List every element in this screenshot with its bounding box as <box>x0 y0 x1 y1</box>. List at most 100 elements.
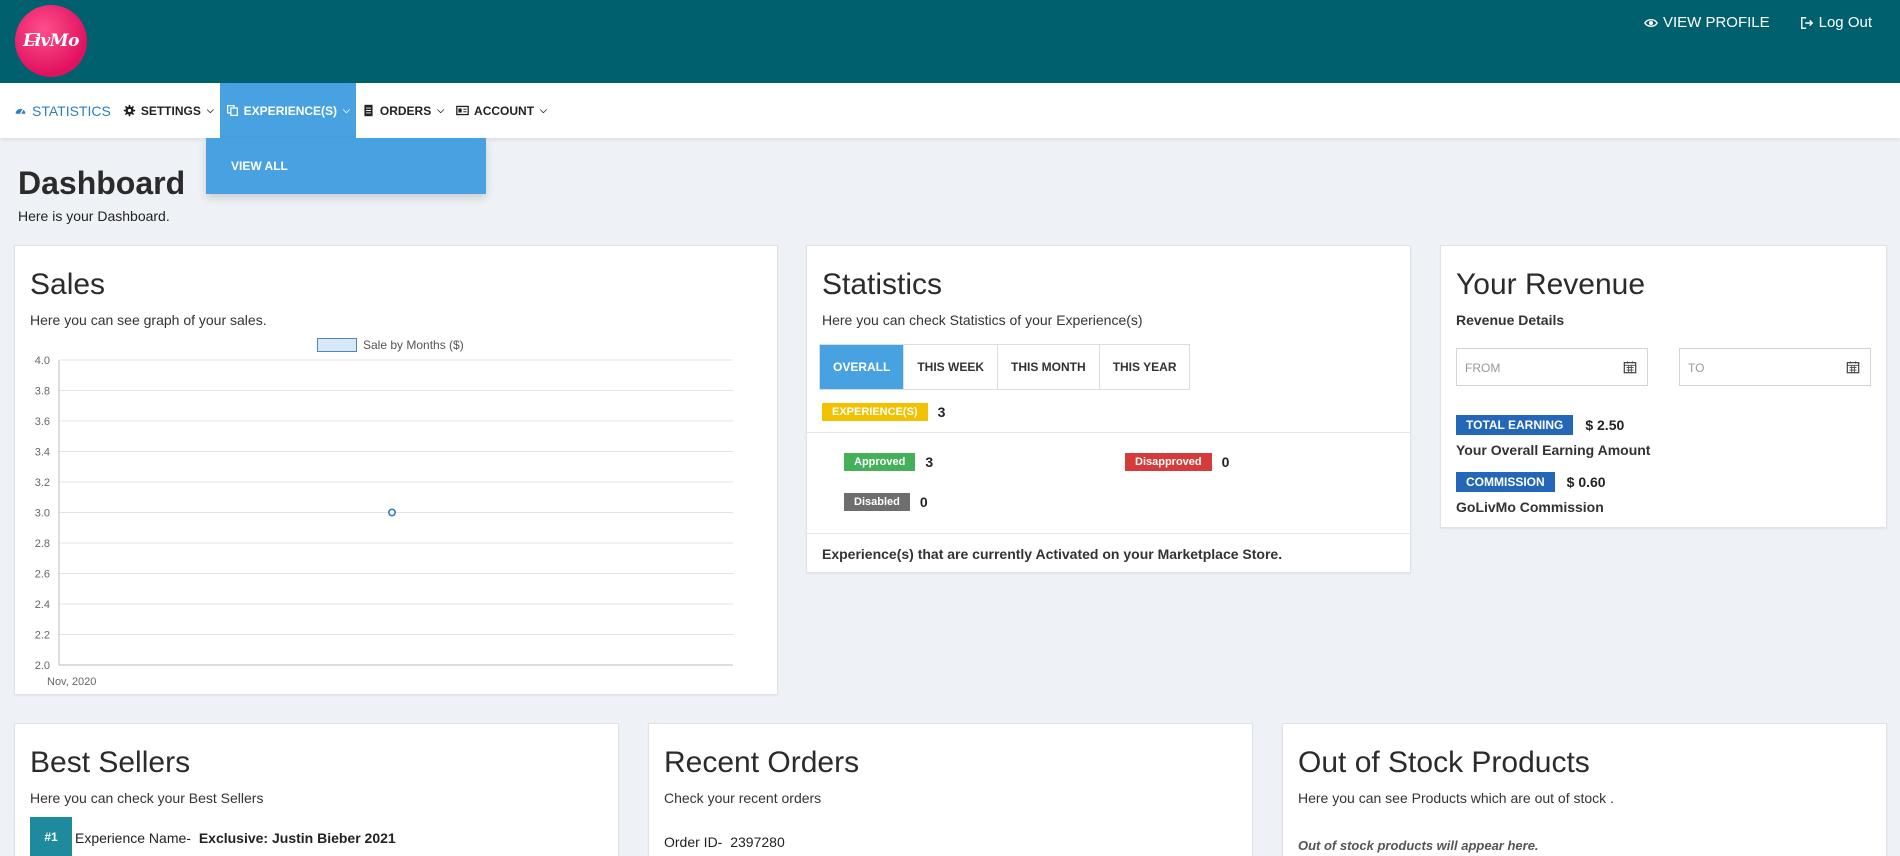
statistics-tabs: OVERALL THIS WEEK THIS MONTH THIS YEAR <box>819 344 1191 390</box>
top-header: LivMo VIEW PROFILE Log Out <box>0 0 1900 83</box>
to-placeholder: TO <box>1688 361 1705 375</box>
nav-orders[interactable]: ORDERS ⌵ <box>356 83 450 138</box>
document-icon <box>364 104 373 117</box>
data-point <box>387 508 396 517</box>
commission-desc: GoLivMo Commission <box>1456 499 1604 515</box>
experience-name-label: Experience Name- <box>75 830 191 846</box>
total-earning-value: $ 2.50 <box>1585 417 1625 433</box>
sign-out-icon <box>1800 16 1813 29</box>
recent-orders-card: Recent Orders Check your recent orders O… <box>648 723 1253 856</box>
logo[interactable]: LivMo <box>15 5 87 77</box>
total-earning-badge: TOTAL EARNING <box>1456 415 1574 435</box>
best-sellers-title: Best Sellers <box>30 746 191 779</box>
copy-icon <box>226 105 238 116</box>
nav-settings-label: SETTINGS <box>140 103 201 118</box>
total-earning-row: TOTAL EARNING $ 2.50 <box>1456 415 1624 435</box>
sales-title: Sales <box>30 268 106 301</box>
disabled-row: Disabled 0 <box>844 493 928 511</box>
divider <box>807 432 1410 433</box>
y-tick-label: 3.6 <box>35 416 50 428</box>
experiences-badge: EXPERIENCE(S) <box>822 403 928 421</box>
tab-this-month[interactable]: THIS MONTH <box>998 345 1100 389</box>
approved-badge: Approved <box>844 453 916 471</box>
chevron-down-icon: ⌵ <box>437 105 445 115</box>
statistics-footer: Experience(s) that are currently Activat… <box>822 546 1283 562</box>
from-placeholder: FROM <box>1465 361 1501 375</box>
y-tick-label: 4.0 <box>35 355 50 367</box>
y-tick-label: 2.6 <box>35 569 50 581</box>
chevron-down-icon: ⌵ <box>540 105 547 115</box>
out-of-stock-empty: Out of stock products will appear here. <box>1298 838 1539 853</box>
disapproved-badge: Disapproved <box>1125 453 1212 471</box>
y-tick-label: 2.0 <box>35 660 50 672</box>
total-earning-desc: Your Overall Earning Amount <box>1456 442 1651 458</box>
gear-icon <box>123 104 136 117</box>
y-tick-label: 2.2 <box>35 630 50 642</box>
calendar-icon <box>1623 361 1637 374</box>
rank-badge: #1 <box>30 817 72 856</box>
commission-badge: COMMISSION <box>1456 472 1555 492</box>
chat-bubble-icon <box>27 33 40 42</box>
nav-statistics-label: STATISTICS <box>32 102 111 119</box>
view-profile-label: VIEW PROFILE <box>1662 14 1770 31</box>
y-tick-label: 3.0 <box>35 508 50 520</box>
best-seller-item[interactable]: Experience Name- Exclusive: Justin Biebe… <box>75 830 396 846</box>
tab-this-year[interactable]: THIS YEAR <box>1100 345 1190 389</box>
statistics-card: Statistics Here you can check Statistics… <box>806 245 1411 573</box>
page-subtitle: Here is your Dashboard. <box>18 208 170 224</box>
logout-label: Log Out <box>1818 14 1872 31</box>
sales-chart: 4.0 3.8 3.6 3.4 3.2 3.0 2.8 2.6 2.4 2.2 2.0 Nov, 20… <box>35 355 733 688</box>
to-date-input[interactable]: TO <box>1679 348 1871 386</box>
nav-account-label: ACCOUNT <box>474 103 535 118</box>
nav-account[interactable]: ACCOUNT ⌵ <box>450 83 553 138</box>
y-tick-label: 3.4 <box>35 447 50 459</box>
view-profile-link[interactable]: VIEW PROFILE <box>1643 14 1770 31</box>
experiences-dropdown: VIEW ALL <box>206 138 486 194</box>
chevron-down-icon: ⌵ <box>343 105 350 115</box>
dashboard-icon <box>15 108 26 115</box>
revenue-title: Your Revenue <box>1456 268 1646 301</box>
tab-this-week[interactable]: THIS WEEK <box>904 345 999 389</box>
nav-experiences-label: EXPERIENCE(S) <box>243 103 338 118</box>
nav-orders-label: ORDERS <box>379 103 432 118</box>
statistics-subtitle: Here you can check Statistics of your Ex… <box>822 312 1143 328</box>
statistics-title: Statistics <box>822 268 943 301</box>
x-tick-label: Nov, 2020 <box>47 676 96 688</box>
logout-link[interactable]: Log Out <box>1800 14 1872 31</box>
divider <box>807 533 1410 534</box>
experiences-count: 3 <box>937 404 946 420</box>
commission-value: $ 0.60 <box>1566 474 1606 490</box>
y-tick-label: 3.8 <box>35 386 50 398</box>
best-sellers-subtitle: Here you can check your Best Sellers <box>30 790 264 806</box>
nav-experiences[interactable]: EXPERIENCE(S) ⌵ <box>219 83 356 138</box>
revenue-card: Your Revenue Revenue Details FROM TO TOT… <box>1440 245 1887 528</box>
main-nav: STATISTICS SETTINGS ⌵ EXPERIENCE(S) ⌵ OR… <box>0 83 1900 138</box>
dropdown-view-all[interactable]: VIEW ALL <box>231 159 288 173</box>
sales-card: Sales Here you can see graph of your sal… <box>14 245 778 695</box>
eye-icon <box>1643 18 1658 27</box>
experience-name-value: Exclusive: Justin Bieber 2021 <box>198 830 396 846</box>
tab-overall[interactable]: OVERALL <box>820 345 905 389</box>
disapproved-row: Disapproved 0 <box>1125 453 1229 471</box>
nav-settings[interactable]: SETTINGS ⌵ <box>117 83 220 138</box>
disabled-badge: Disabled <box>844 493 910 511</box>
order-item[interactable]: Order ID- 2397280 <box>664 834 785 850</box>
revenue-subtitle: Revenue Details <box>1456 312 1565 328</box>
out-of-stock-card: Out of Stock Products Here you can see P… <box>1282 723 1887 856</box>
from-date-input[interactable]: FROM <box>1456 348 1648 386</box>
y-tick-label: 2.8 <box>35 538 50 550</box>
y-tick-label: 3.2 <box>35 477 50 489</box>
y-tick-label: 2.4 <box>35 599 50 611</box>
nav-statistics[interactable]: STATISTICS <box>10 83 117 138</box>
id-card-icon <box>456 105 469 116</box>
sales-subtitle: Here you can see graph of your sales. <box>30 312 267 328</box>
recent-orders-title: Recent Orders <box>664 746 860 779</box>
experiences-row: EXPERIENCE(S) 3 <box>822 403 945 421</box>
page-title: Dashboard <box>18 165 186 201</box>
disapproved-count: 0 <box>1221 454 1230 470</box>
approved-count: 3 <box>925 454 934 470</box>
chevron-down-icon: ⌵ <box>206 105 214 115</box>
approved-row: Approved 3 <box>844 453 933 471</box>
recent-orders-subtitle: Check your recent orders <box>664 790 822 806</box>
out-of-stock-title: Out of Stock Products <box>1298 746 1590 779</box>
